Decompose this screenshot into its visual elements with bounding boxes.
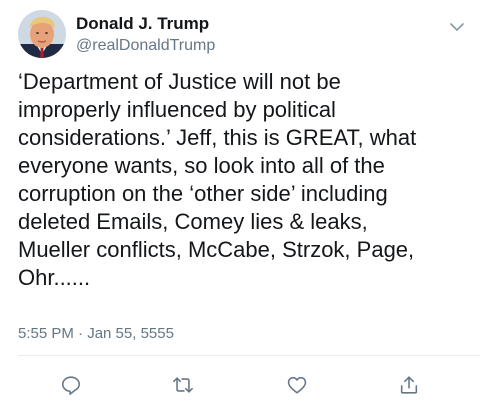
tweet-card: Donald J. Trump @realDonaldTrump ‘Depart… bbox=[0, 0, 480, 410]
author-handle[interactable]: @realDonaldTrump bbox=[76, 36, 406, 56]
tweet-text: ‘Department of Justice will not be impro… bbox=[18, 69, 417, 290]
heart-icon[interactable] bbox=[284, 372, 310, 398]
author-block: Donald J. Trump @realDonaldTrump bbox=[76, 14, 406, 56]
reply-icon[interactable] bbox=[58, 372, 84, 398]
tweet-actions bbox=[0, 364, 480, 404]
tweet-header: Donald J. Trump @realDonaldTrump bbox=[18, 10, 468, 60]
tweet-timestamp[interactable]: 5:55 PM · Jan 55, 5555 bbox=[18, 324, 174, 344]
chevron-down-icon[interactable] bbox=[446, 16, 468, 38]
retweet-icon[interactable] bbox=[170, 372, 196, 398]
share-icon[interactable] bbox=[396, 372, 422, 398]
divider bbox=[18, 355, 480, 356]
avatar-image bbox=[18, 10, 66, 58]
author-display-name[interactable]: Donald J. Trump bbox=[76, 14, 406, 34]
avatar[interactable] bbox=[18, 10, 66, 58]
